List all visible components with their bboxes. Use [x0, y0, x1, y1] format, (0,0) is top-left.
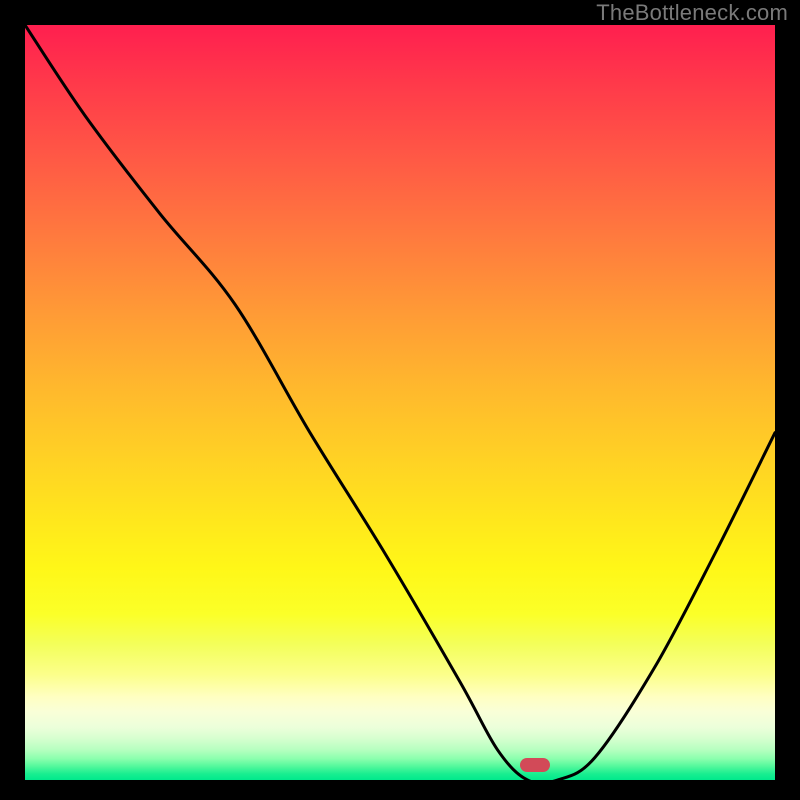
- bottleneck-curve-path: [25, 25, 775, 780]
- optimal-marker: [520, 758, 550, 772]
- chart-curve: [25, 25, 775, 780]
- chart-plot-area: [25, 25, 775, 780]
- watermark-text: TheBottleneck.com: [596, 0, 788, 26]
- chart-frame: [25, 25, 775, 780]
